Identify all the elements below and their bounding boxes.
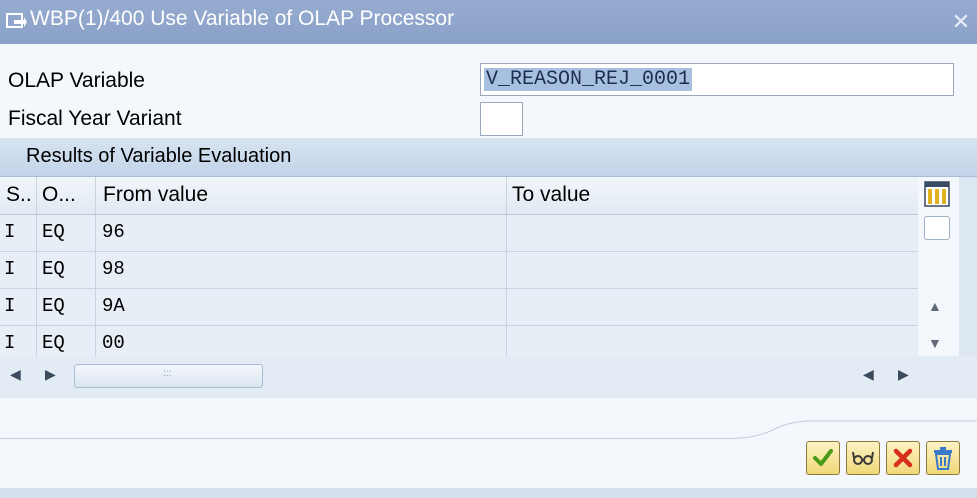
- column-sign[interactable]: S..: [6, 183, 32, 207]
- title-bar: WBP(1)/400 Use Variable of OLAP Processo…: [0, 0, 977, 44]
- cancel-button[interactable]: [886, 441, 920, 475]
- cell-sign: I: [4, 258, 16, 280]
- scroll-up-icon[interactable]: ▲: [928, 298, 942, 314]
- cell-sign: I: [4, 332, 16, 354]
- olap-variable-field[interactable]: V_REASON_REJ_0001: [480, 63, 954, 96]
- column-option[interactable]: O...: [42, 183, 76, 207]
- footer-divider-curve: [737, 420, 977, 439]
- check-icon: [813, 449, 833, 466]
- cell-from-value: 00: [102, 332, 125, 354]
- fiscal-year-variant-field[interactable]: [480, 102, 523, 136]
- footer-divider: [0, 438, 737, 439]
- continue-button[interactable]: [806, 441, 840, 475]
- cell-from-value: 9A: [102, 295, 125, 317]
- cell-from-value: 96: [102, 221, 125, 243]
- cell-sign: I: [4, 295, 16, 317]
- results-header: Results of Variable Evaluation: [0, 138, 977, 177]
- olap-variable-label: OLAP Variable: [8, 69, 145, 92]
- cell-option: EQ: [42, 295, 65, 317]
- column-to-value[interactable]: To value: [512, 183, 590, 207]
- results-title: Results of Variable Evaluation: [26, 145, 292, 167]
- status-strip: [0, 488, 977, 498]
- table-header: S.. O... From value To value: [0, 177, 918, 215]
- column-settings-icon[interactable]: [924, 181, 950, 207]
- display-keys-button[interactable]: [846, 441, 880, 475]
- cell-option: EQ: [42, 258, 65, 280]
- delete-button[interactable]: [926, 441, 960, 475]
- fiscal-year-variant-label: Fiscal Year Variant: [8, 107, 182, 130]
- column-from-value[interactable]: From value: [103, 183, 208, 207]
- scroll-right-icon[interactable]: ▶: [898, 366, 909, 383]
- results-panel: Results of Variable Evaluation S.. O... …: [0, 138, 977, 398]
- dialog-window: WBP(1)/400 Use Variable of OLAP Processo…: [0, 0, 977, 498]
- table-row[interactable]: I EQ 96: [0, 215, 918, 252]
- cell-option: EQ: [42, 332, 65, 354]
- horizontal-scrollbar: ◀ ▶ ::: ◀ ▶: [0, 356, 977, 398]
- cell-option: EQ: [42, 221, 65, 243]
- cell-from-value: 98: [102, 258, 125, 280]
- cross-icon: [893, 448, 913, 468]
- scroll-left-icon[interactable]: ◀: [10, 366, 21, 383]
- grip-icon: :::: [163, 368, 172, 379]
- trash-icon: [934, 447, 952, 470]
- close-button[interactable]: ✕: [950, 10, 972, 34]
- table-row[interactable]: I EQ 9A: [0, 289, 918, 326]
- select-all-checkbox[interactable]: [924, 216, 950, 240]
- scroll-left-icon[interactable]: ◀: [863, 366, 874, 383]
- glasses-icon: [852, 451, 874, 465]
- window-title: WBP(1)/400 Use Variable of OLAP Processo…: [30, 7, 455, 30]
- window-icon: [6, 13, 27, 28]
- olap-variable-value: V_REASON_REJ_0001: [484, 68, 693, 91]
- table-row[interactable]: I EQ 98: [0, 252, 918, 289]
- scroll-right-icon[interactable]: ▶: [45, 366, 56, 383]
- scroll-thumb[interactable]: :::: [74, 364, 263, 388]
- scroll-down-icon[interactable]: ▼: [928, 335, 942, 351]
- cell-sign: I: [4, 221, 16, 243]
